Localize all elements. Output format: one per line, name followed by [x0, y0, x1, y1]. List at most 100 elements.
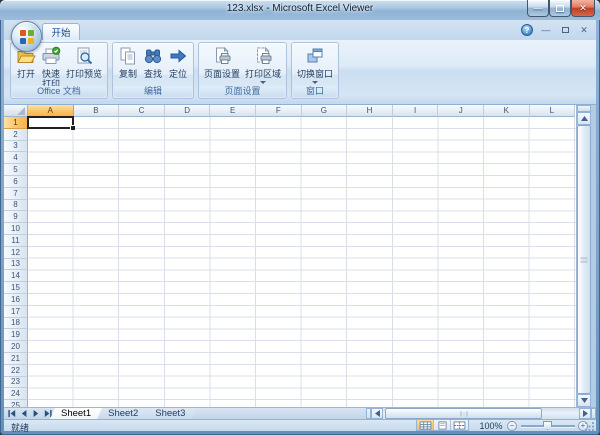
ribbon-tab-row: 开始 ? — ✕	[4, 20, 596, 40]
column-header-I[interactable]: I	[393, 105, 439, 117]
ribbon-button-定位[interactable]: 定位	[166, 45, 190, 87]
row-header-18[interactable]: 18	[4, 318, 28, 330]
column-header-H[interactable]: H	[347, 105, 393, 117]
arrow-down-icon	[581, 398, 588, 403]
office-button[interactable]	[11, 21, 42, 52]
select-all-corner[interactable]	[4, 105, 28, 117]
row-header-1[interactable]: 1	[4, 117, 28, 129]
first-sheet-button[interactable]	[6, 409, 17, 419]
scroll-up-button[interactable]	[577, 112, 591, 125]
column-header-B[interactable]: B	[74, 105, 120, 117]
row-header-9[interactable]: 9	[4, 211, 28, 223]
view-mode-buttons	[416, 420, 469, 431]
active-cell-A1[interactable]	[27, 116, 74, 129]
vertical-scroll-thumb[interactable]	[577, 125, 591, 394]
ribbon-button-label: 定位	[169, 69, 187, 79]
horizontal-split-handle[interactable]	[591, 408, 596, 419]
page-break-view-button[interactable]	[451, 420, 468, 430]
column-header-D[interactable]: D	[165, 105, 211, 117]
ribbon-button-打印区域[interactable]: 打印区域	[243, 45, 283, 87]
excel-viewer-window: 123.xlsx - Microsoft Excel Viewer — ✕ 开始…	[0, 0, 600, 435]
ribbon-button-label: 复制	[119, 69, 137, 79]
vertical-scrollbar[interactable]	[576, 105, 591, 407]
tab-home[interactable]: 开始	[42, 23, 80, 40]
scroll-right-button[interactable]	[579, 408, 591, 419]
row-header-20[interactable]: 20	[4, 341, 28, 353]
help-icon[interactable]: ?	[521, 24, 533, 36]
column-header-J[interactable]: J	[438, 105, 484, 117]
row-header-7[interactable]: 7	[4, 188, 28, 200]
ribbon-button-label: 快速	[42, 69, 60, 79]
normal-view-button[interactable]	[417, 420, 434, 430]
column-header-K[interactable]: K	[484, 105, 530, 117]
zoom-level[interactable]: 100%	[478, 421, 504, 431]
ribbon-button-页面设置[interactable]: 页面设置	[202, 45, 242, 87]
resize-grip[interactable]	[585, 422, 594, 431]
ribbon-button-label: 打开	[17, 69, 35, 79]
vertical-split-handle[interactable]	[577, 105, 591, 112]
column-header-F[interactable]: F	[256, 105, 302, 117]
workbook-restore-button[interactable]	[559, 25, 571, 36]
row-header-25[interactable]: 25	[4, 400, 28, 407]
prev-sheet-button[interactable]	[18, 409, 29, 419]
horizontal-scroll-track[interactable]	[383, 408, 579, 419]
row-header-3[interactable]: 3	[4, 141, 28, 153]
row-header-19[interactable]: 19	[4, 329, 28, 341]
workbook-minimize-button[interactable]: —	[540, 25, 552, 36]
workbook-close-button[interactable]: ✕	[578, 25, 590, 36]
row-header-13[interactable]: 13	[4, 259, 28, 271]
ribbon-group-label: 页面设置	[200, 86, 285, 97]
ribbon-button-复制[interactable]: 复制	[116, 45, 140, 87]
arrow-left-icon	[375, 410, 380, 417]
column-header-C[interactable]: C	[119, 105, 165, 117]
row-header-8[interactable]: 8	[4, 200, 28, 212]
scroll-down-button[interactable]	[577, 394, 591, 407]
row-header-2[interactable]: 2	[4, 129, 28, 141]
window-title: 123.xlsx - Microsoft Excel Viewer	[0, 3, 600, 14]
restore-icon	[562, 27, 569, 33]
ribbon-button-打印预览[interactable]: 打印预览	[64, 45, 104, 87]
column-header-L[interactable]: L	[530, 105, 576, 117]
ribbon-group-3: 切换窗口窗口	[291, 42, 339, 99]
page-setup-icon	[212, 46, 232, 69]
sheet-tab-Sheet3[interactable]: Sheet3	[144, 408, 196, 419]
maximize-button[interactable]	[549, 0, 571, 17]
status-ready-label: 就绪	[11, 421, 29, 434]
zoom-out-button[interactable]: −	[507, 421, 517, 431]
ribbon-group-1: 复制查找定位编辑	[112, 42, 194, 99]
sheet-cells-area[interactable]	[28, 117, 576, 407]
row-header-16[interactable]: 16	[4, 294, 28, 306]
row-header-22[interactable]: 22	[4, 365, 28, 377]
row-header-11[interactable]: 11	[4, 235, 28, 247]
sheet-tab-Sheet1[interactable]: Sheet1	[50, 408, 102, 419]
column-header-G[interactable]: G	[302, 105, 348, 117]
right-inner-frame	[591, 105, 596, 407]
row-header-5[interactable]: 5	[4, 164, 28, 176]
row-header-6[interactable]: 6	[4, 176, 28, 188]
horizontal-scrollbar[interactable]	[366, 408, 596, 419]
horizontal-scroll-thumb[interactable]	[385, 408, 542, 419]
row-header-17[interactable]: 17	[4, 306, 28, 318]
row-header-15[interactable]: 15	[4, 282, 28, 294]
scroll-left-button[interactable]	[371, 408, 383, 419]
ribbon-button-切换窗口[interactable]: 切换窗口	[295, 45, 335, 87]
minimize-button[interactable]: —	[527, 0, 549, 17]
title-bar[interactable]: 123.xlsx - Microsoft Excel Viewer — ✕	[0, 0, 600, 20]
next-sheet-button[interactable]	[30, 409, 41, 419]
row-header-24[interactable]: 24	[4, 388, 28, 400]
page-layout-view-button[interactable]	[434, 420, 451, 430]
row-header-10[interactable]: 10	[4, 223, 28, 235]
sheet-tab-Sheet2[interactable]: Sheet2	[97, 408, 149, 419]
row-header-14[interactable]: 14	[4, 270, 28, 282]
print-area-icon	[253, 46, 273, 69]
row-header-23[interactable]: 23	[4, 377, 28, 389]
ribbon-button-快速打印[interactable]: 快速打印	[39, 45, 63, 87]
row-header-4[interactable]: 4	[4, 152, 28, 164]
page-layout-view-icon	[436, 421, 449, 430]
ribbon-button-查找[interactable]: 查找	[141, 45, 165, 87]
zoom-slider-thumb[interactable]	[543, 421, 552, 430]
close-button[interactable]: ✕	[571, 0, 595, 17]
row-header-21[interactable]: 21	[4, 353, 28, 365]
row-header-12[interactable]: 12	[4, 247, 28, 259]
column-header-E[interactable]: E	[210, 105, 256, 117]
